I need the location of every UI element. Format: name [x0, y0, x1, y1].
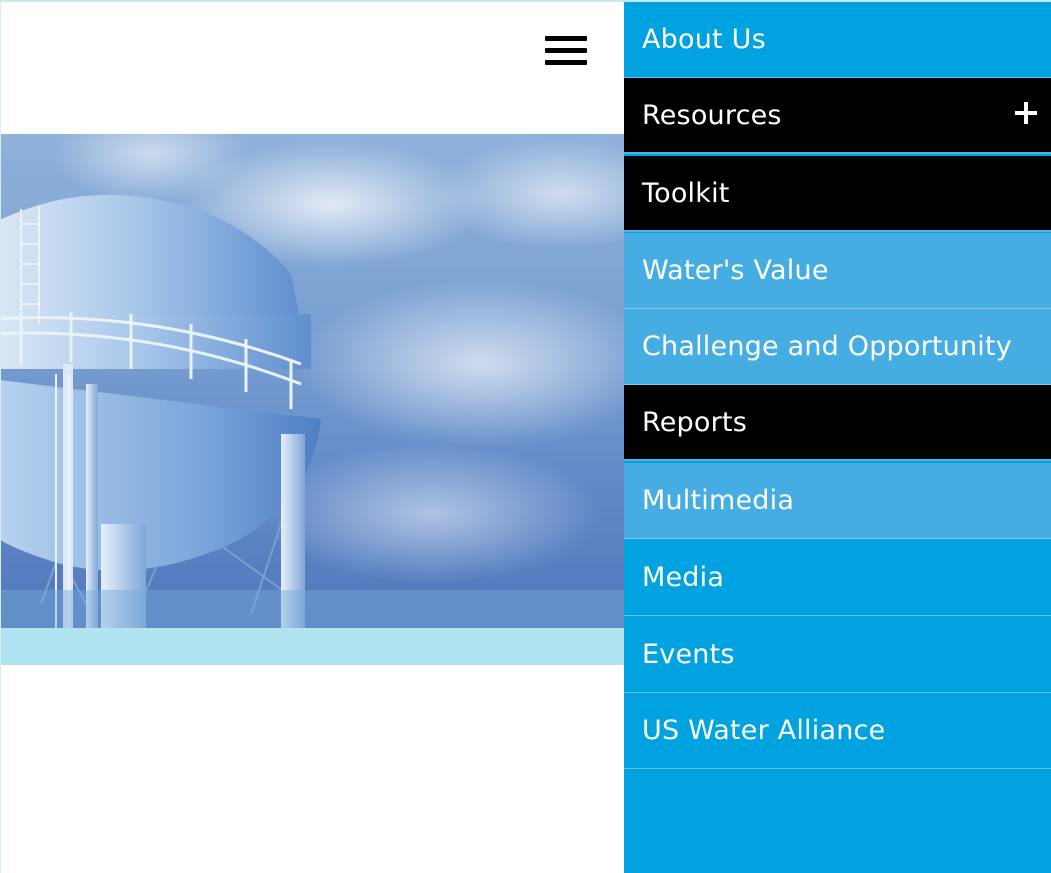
- nav-item-label: Resources: [642, 99, 782, 131]
- nav-item-toolkit[interactable]: Toolkit: [624, 156, 1051, 232]
- hero-caption-strip: [1, 628, 624, 665]
- nav-item-media[interactable]: Media: [624, 540, 1051, 616]
- nav-item-challenge-and-opportunity[interactable]: Challenge and Opportunity: [624, 309, 1051, 385]
- plus-icon[interactable]: [1015, 102, 1037, 124]
- nav-item-label: US Water Alliance: [642, 715, 886, 746]
- nav-item-label: Reports: [642, 406, 747, 438]
- nav-item-label: Challenge and Opportunity: [642, 331, 1012, 362]
- nav-item-about-us[interactable]: About Us: [624, 2, 1051, 78]
- nav-item-label: Water's Value: [642, 255, 829, 286]
- nav-item-label: Media: [642, 562, 725, 593]
- nav-item-label: About Us: [642, 24, 766, 55]
- nav-item-label: Events: [642, 639, 735, 670]
- nav-item-waters-value[interactable]: Water's Value: [624, 233, 1051, 309]
- nav-item-label: Multimedia: [642, 485, 795, 516]
- nav-item-us-water-alliance[interactable]: US Water Alliance: [624, 693, 1051, 769]
- nav-item-reports[interactable]: Reports: [624, 385, 1051, 461]
- nav-item-label: Toolkit: [642, 177, 730, 209]
- nav-item-events[interactable]: Events: [624, 617, 1051, 693]
- water-tower-illustration: [1, 194, 321, 628]
- hero-image: [1, 134, 624, 628]
- nav-item-multimedia[interactable]: Multimedia: [624, 463, 1051, 539]
- side-navigation-drawer: About Us Resources Toolkit Water's Value…: [624, 2, 1051, 873]
- hero-overlay-band: [1, 590, 624, 628]
- hamburger-menu-icon[interactable]: [545, 36, 587, 68]
- nav-item-resources[interactable]: Resources: [624, 78, 1051, 154]
